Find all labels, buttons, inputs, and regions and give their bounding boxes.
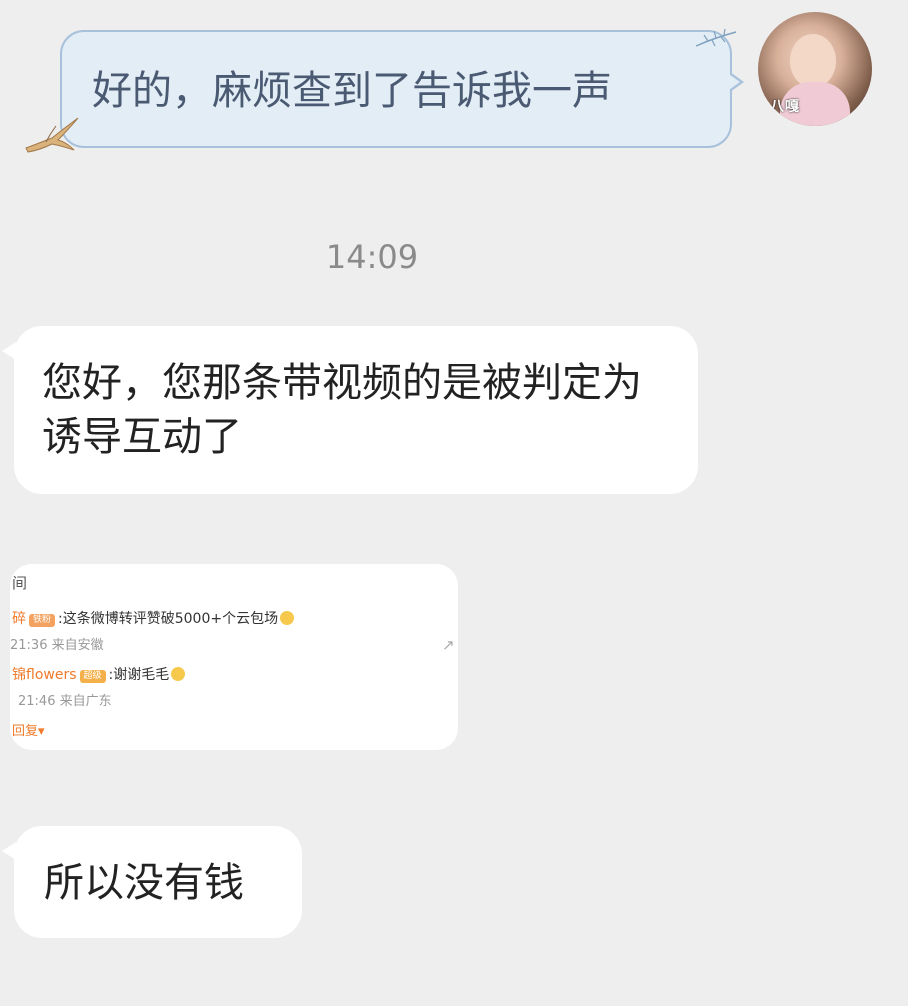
swallow-decoration-icon	[25, 117, 79, 153]
reply-link: 回复▾	[12, 724, 45, 739]
comment-meta: 21:36 来自安徽	[10, 638, 104, 653]
comment-row: 锦flowers 超级:谢谢毛毛	[12, 664, 186, 684]
comment-text: :谢谢毛毛	[108, 667, 170, 683]
vip-badge: 超级	[79, 670, 106, 683]
avatar-caption: 八嘎	[770, 99, 800, 115]
image-message-bubble[interactable]: 间 碎铁粉:这条微博转评赞破5000+个云包场 21:36 来自安徽 锦flow…	[10, 564, 458, 750]
incoming-message-bubble[interactable]: 所以没有钱	[2, 826, 302, 938]
avatar-face	[790, 34, 836, 88]
comment-meta: 21:46 来自广东	[18, 694, 112, 709]
incoming-message-text: 所以没有钱	[44, 860, 244, 906]
bubble-tail	[2, 842, 16, 860]
incoming-message-bubble[interactable]: 您好，您那条带视频的是被判定为诱导互动了	[2, 326, 698, 494]
bubble-tail	[2, 342, 16, 360]
incoming-message-text: 您好，您那条带视频的是被判定为诱导互动了	[42, 360, 642, 460]
outgoing-message-bubble[interactable]: 好的，麻烦查到了告诉我一声	[60, 30, 744, 148]
screenshot-header: 间	[12, 574, 28, 592]
comment-text: :这条微博转评赞破5000+个云包场	[58, 611, 279, 627]
chat-timestamp: 14:09	[325, 238, 419, 276]
emoji-icon	[280, 611, 295, 625]
bubble-tail-inner	[729, 74, 740, 90]
fan-badge: 铁粉	[29, 614, 56, 627]
comment-username: 锦flowers	[12, 667, 77, 683]
comment-row: 碎铁粉:这条微博转评赞破5000+个云包场	[12, 608, 295, 628]
emoji-icon	[171, 667, 186, 681]
edit-icon: ↗	[442, 636, 455, 654]
comment-username: 碎	[12, 611, 26, 627]
avatar[interactable]: 八嘎	[758, 12, 872, 126]
twig-decoration-icon	[695, 28, 737, 47]
outgoing-message-text: 好的，麻烦查到了告诉我一声	[92, 68, 612, 114]
